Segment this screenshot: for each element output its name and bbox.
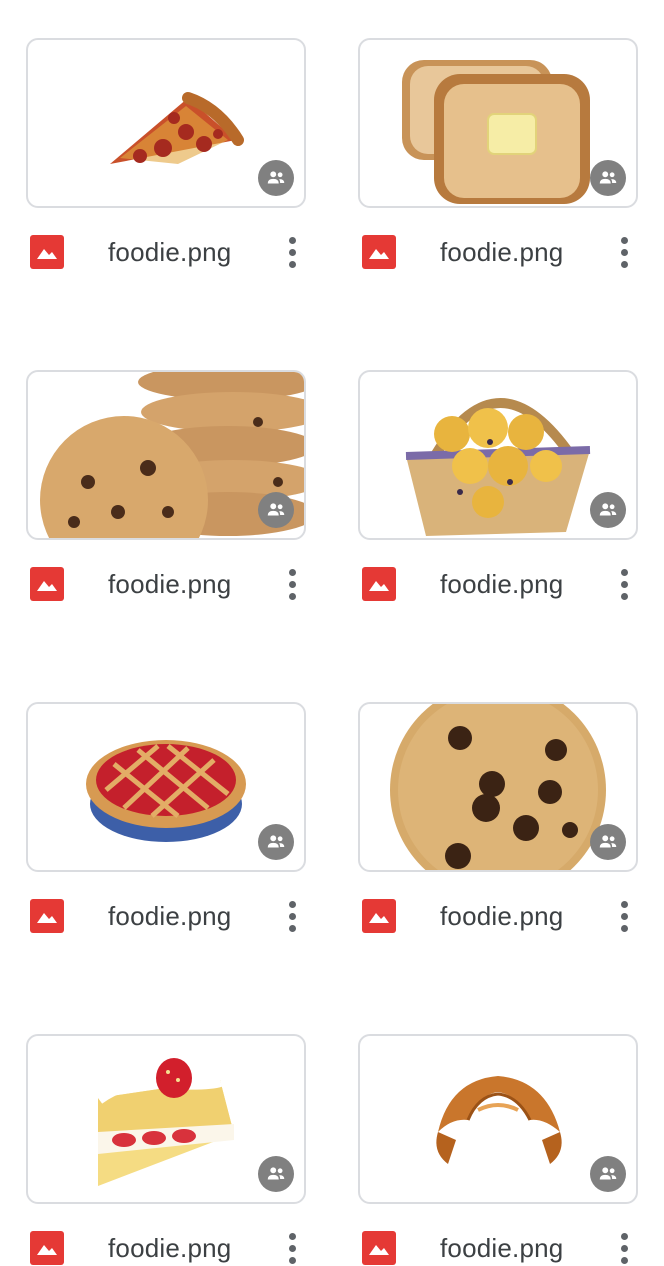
image-file-icon [30,1231,64,1265]
file-name: foodie.png [440,901,564,931]
image-file-icon [362,899,396,933]
more-options-button[interactable] [612,1230,636,1266]
image-file-icon [30,899,64,933]
people-icon [267,835,285,848]
people-icon [599,835,617,848]
shared-badge [258,824,294,860]
more-options-button[interactable] [280,566,304,602]
image-file-icon [362,1231,396,1265]
shared-badge [590,160,626,196]
more-options-button[interactable] [280,1230,304,1266]
people-icon [599,1167,617,1180]
shared-badge [258,492,294,528]
file-info-row[interactable]: foodie.png [26,898,306,934]
people-icon [267,171,285,184]
people-icon [267,503,285,516]
file-thumbnail-card[interactable] [358,702,638,872]
file-info-row[interactable]: foodie.png [358,898,638,934]
file-name: foodie.png [108,237,232,267]
people-icon [267,1167,285,1180]
more-options-button[interactable] [280,898,304,934]
shared-badge [258,160,294,196]
shared-badge [258,1156,294,1192]
file-name: foodie.png [440,569,564,599]
file-name: foodie.png [108,1233,232,1263]
shared-badge [590,824,626,860]
file-info-row[interactable]: foodie.png [26,234,306,270]
file-thumbnail-card[interactable] [358,370,638,540]
more-options-button[interactable] [612,898,636,934]
more-options-button[interactable] [612,234,636,270]
people-icon [599,503,617,516]
file-grid: foodie.png foodie.png foodie.png foodie.… [0,0,664,1265]
file-thumbnail-card[interactable] [26,702,306,872]
file-name: foodie.png [440,237,564,267]
file-name: foodie.png [440,1233,564,1263]
file-info-row[interactable]: foodie.png [358,1230,638,1266]
file-thumbnail-card[interactable] [26,1034,306,1204]
file-thumbnail-card[interactable] [358,1034,638,1204]
shared-badge [590,1156,626,1192]
file-thumbnail-card[interactable] [26,370,306,540]
shared-badge [590,492,626,528]
image-file-icon [362,235,396,269]
people-icon [599,171,617,184]
more-options-button[interactable] [612,566,636,602]
file-name: foodie.png [108,901,232,931]
file-info-row[interactable]: foodie.png [358,234,638,270]
file-info-row[interactable]: foodie.png [26,566,306,602]
file-name: foodie.png [108,569,232,599]
file-thumbnail-card[interactable] [26,38,306,208]
image-file-icon [30,567,64,601]
file-thumbnail-card[interactable] [358,38,638,208]
file-info-row[interactable]: foodie.png [26,1230,306,1266]
more-options-button[interactable] [280,234,304,270]
image-file-icon [362,567,396,601]
image-file-icon [30,235,64,269]
file-info-row[interactable]: foodie.png [358,566,638,602]
